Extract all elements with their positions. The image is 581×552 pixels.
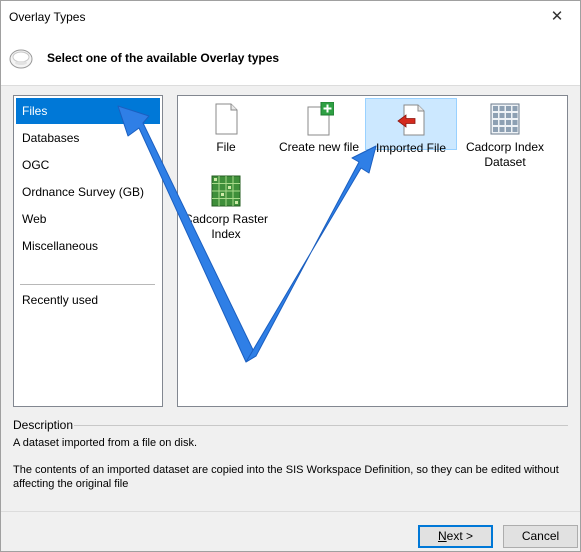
index-grid-icon (490, 103, 520, 135)
imported-file-icon (397, 104, 425, 136)
blank-document-icon (215, 103, 238, 135)
category-list[interactable]: Files Databases OGC Ordnance Survey (GB)… (13, 95, 163, 407)
overlay-type-label-line1: Cadcorp Raster (183, 212, 269, 226)
raster-grid-icon (211, 175, 241, 207)
new-file-icon (307, 102, 334, 136)
overlay-type-label-line2: Index (211, 227, 241, 241)
overlay-type-label: Imported File (375, 141, 447, 155)
footer-divider (1, 511, 580, 512)
title-bar: Overlay Types ✕ (1, 1, 580, 32)
wizard-header: Select one of the available Overlay type… (1, 32, 580, 86)
overlay-type-create-new-file[interactable]: Create new file (273, 98, 365, 154)
overlay-type-label-line2: Dataset (484, 155, 526, 169)
next-label: ext > (446, 529, 474, 543)
header-instruction: Select one of the available Overlay type… (47, 51, 280, 65)
category-ogc[interactable]: OGC (16, 152, 160, 178)
close-button[interactable]: ✕ (534, 1, 580, 32)
description-divider (74, 425, 568, 426)
window-title: Overlay Types (9, 10, 86, 24)
overlay-type-label: File (216, 140, 236, 154)
category-recently-used[interactable]: Recently used (16, 287, 160, 313)
category-files[interactable]: Files (16, 98, 160, 124)
overlay-type-cadcorp-index-dataset[interactable]: Cadcorp Index Dataset (459, 98, 551, 169)
category-separator (20, 284, 155, 285)
overlay-type-label: Create new file (278, 140, 360, 154)
description-long: The contents of an imported dataset are … (13, 464, 559, 490)
category-miscellaneous[interactable]: Miscellaneous (16, 233, 160, 259)
next-mnemonic: N (437, 529, 447, 543)
overlay-type-cadcorp-raster-index[interactable]: Cadcorp Raster Index (180, 170, 272, 241)
category-web[interactable]: Web (16, 206, 160, 232)
next-button[interactable]: Next > (418, 525, 493, 548)
description-short: A dataset imported from a file on disk. (13, 437, 198, 449)
cancel-button[interactable]: Cancel (503, 525, 578, 548)
description-title: Description (13, 418, 74, 432)
overlay-type-file[interactable]: File (180, 98, 272, 154)
overlay-type-label-line1: Cadcorp Index (465, 140, 545, 154)
wizard-disc-icon (9, 49, 33, 69)
overlay-type-list[interactable]: File Create new file Imported File Cadco… (177, 95, 568, 407)
category-ordnance-survey[interactable]: Ordnance Survey (GB) (16, 179, 160, 205)
overlay-type-imported-file[interactable]: Imported File (365, 98, 457, 155)
category-databases[interactable]: Databases (16, 125, 160, 151)
overlay-types-dialog: Overlay Types ✕ Select one of the availa… (0, 0, 581, 552)
